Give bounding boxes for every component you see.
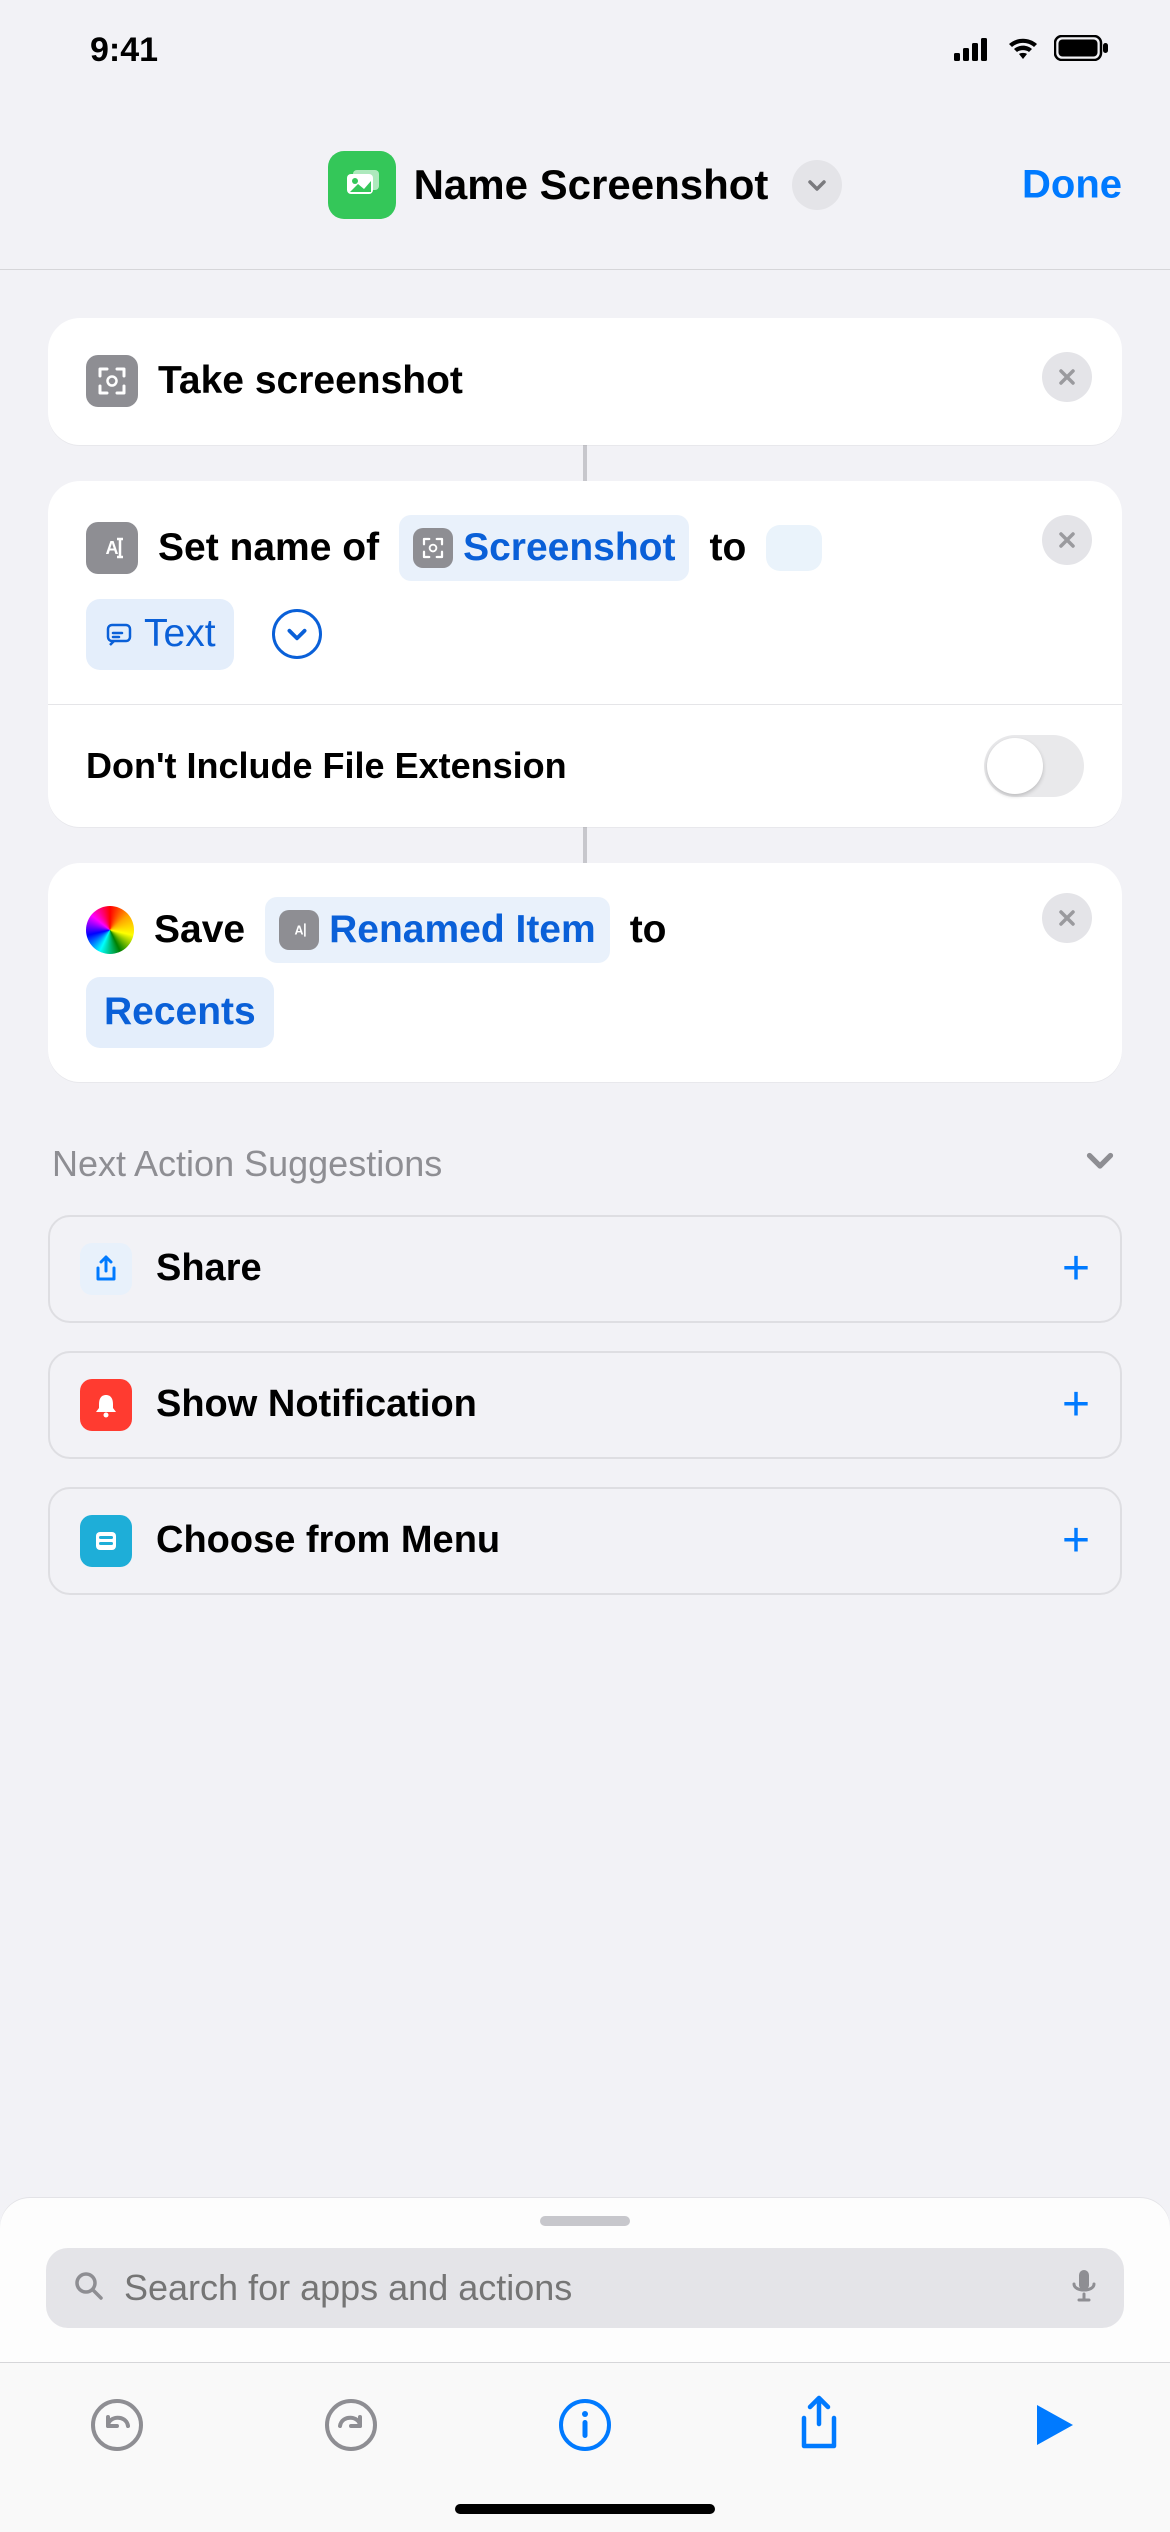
status-indicators: [954, 31, 1110, 70]
title-group[interactable]: Name Screenshot: [328, 151, 843, 219]
sheet-grabber[interactable]: [540, 2216, 630, 2226]
destination-album-token[interactable]: Recents: [86, 977, 274, 1048]
chevron-down-icon: [1082, 1142, 1118, 1187]
suggestions-title: Next Action Suggestions: [52, 1143, 442, 1185]
suggestion-share[interactable]: Share +: [48, 1215, 1122, 1323]
photos-icon: [86, 906, 134, 954]
option-label: Don't Include File Extension: [86, 745, 567, 787]
rename-icon: A: [86, 522, 138, 574]
expand-options-button[interactable]: [272, 609, 322, 659]
info-button[interactable]: [549, 2389, 621, 2461]
share-button[interactable]: [783, 2389, 855, 2461]
flow-connector: [583, 827, 587, 863]
bell-icon: [80, 1379, 132, 1431]
delete-action-button[interactable]: [1042, 352, 1092, 402]
option-file-extension: Don't Include File Extension: [48, 704, 1122, 827]
menu-icon: [80, 1515, 132, 1567]
share-icon: [80, 1243, 132, 1295]
suggestion-label: Show Notification: [156, 1383, 477, 1426]
action-label-prefix: Set name of: [158, 519, 379, 578]
token-label: Text: [144, 605, 216, 664]
svg-text:A: A: [295, 923, 304, 937]
wifi-icon: [1006, 31, 1040, 70]
token-label: Recents: [104, 983, 256, 1042]
svg-text:A: A: [106, 538, 119, 558]
action-label-mid: to: [709, 519, 746, 578]
screenshot-icon: [413, 528, 453, 568]
suggestion-choose-menu[interactable]: Choose from Menu +: [48, 1487, 1122, 1595]
redo-button[interactable]: [315, 2389, 387, 2461]
action-save-photo[interactable]: Save A Renamed Item to Recents: [48, 863, 1122, 1082]
name-value-field[interactable]: [766, 525, 822, 571]
flow-connector: [583, 445, 587, 481]
run-button[interactable]: [1017, 2389, 1089, 2461]
action-take-screenshot[interactable]: Take screenshot: [48, 318, 1122, 445]
status-time: 9:41: [90, 31, 158, 70]
action-label: Take screenshot: [158, 352, 463, 411]
action-label-mid: to: [630, 901, 667, 960]
search-field[interactable]: [46, 2248, 1124, 2328]
add-suggestion-button[interactable]: +: [1062, 1513, 1090, 1568]
suggestions-header[interactable]: Next Action Suggestions: [0, 1082, 1170, 1215]
screenshot-icon: [86, 355, 138, 407]
done-button[interactable]: Done: [1022, 162, 1122, 207]
search-input[interactable]: [124, 2267, 1052, 2309]
home-indicator[interactable]: [455, 2504, 715, 2514]
mic-icon[interactable]: [1070, 2268, 1098, 2309]
add-suggestion-button[interactable]: +: [1062, 1241, 1090, 1296]
input-variable-token[interactable]: A Renamed Item: [265, 897, 610, 964]
add-suggestion-button[interactable]: +: [1062, 1377, 1090, 1432]
cellular-icon: [954, 31, 992, 70]
action-search-sheet[interactable]: [0, 2198, 1170, 2362]
input-variable-token[interactable]: Screenshot: [399, 515, 689, 582]
text-icon: [104, 619, 134, 649]
token-label: Renamed Item: [329, 901, 596, 960]
text-variable-token[interactable]: Text: [86, 599, 234, 670]
undo-button[interactable]: [81, 2389, 153, 2461]
action-set-name[interactable]: A Set name of Screenshot to Text: [48, 481, 1122, 827]
suggestion-label: Choose from Menu: [156, 1519, 500, 1562]
suggestions-list: Share + Show Notification + Choose from …: [0, 1215, 1170, 1595]
toolbar: [0, 2362, 1170, 2532]
delete-action-button[interactable]: [1042, 515, 1092, 565]
rename-icon: A: [279, 910, 319, 950]
suggestion-show-notification[interactable]: Show Notification +: [48, 1351, 1122, 1459]
workflow-canvas: Take screenshot A Set name of Screenshot…: [0, 270, 1170, 1082]
delete-action-button[interactable]: [1042, 893, 1092, 943]
shortcut-icon: [328, 151, 396, 219]
suggestion-label: Share: [156, 1247, 262, 1290]
option-toggle[interactable]: [984, 735, 1084, 797]
nav-header: Name Screenshot Done: [0, 100, 1170, 270]
title-menu-button[interactable]: [792, 160, 842, 210]
status-bar: 9:41: [0, 0, 1170, 100]
search-icon: [72, 2269, 106, 2308]
battery-icon: [1054, 31, 1110, 70]
token-label: Screenshot: [463, 519, 675, 578]
shortcut-title: Name Screenshot: [414, 161, 769, 209]
action-label-prefix: Save: [154, 901, 245, 960]
